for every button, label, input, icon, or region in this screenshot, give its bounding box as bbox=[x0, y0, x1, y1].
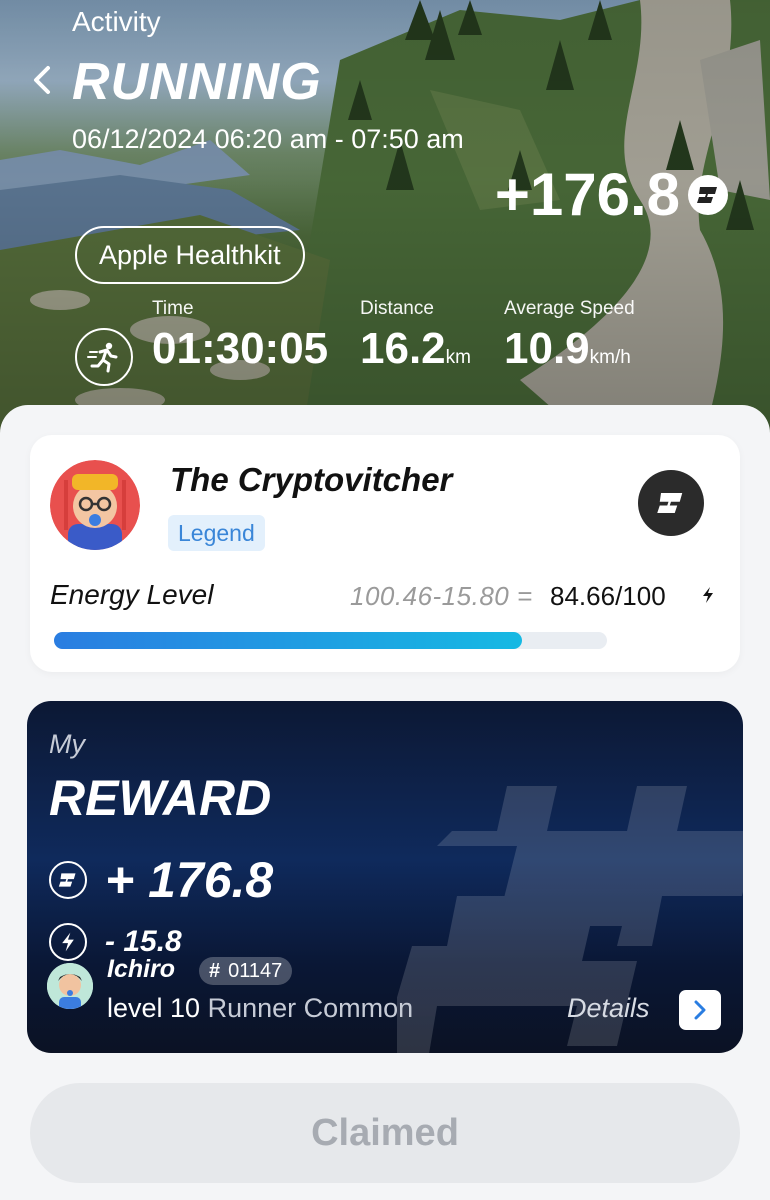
stat-speed-value: 10.9 bbox=[504, 324, 590, 373]
back-chevron-icon bbox=[34, 66, 50, 94]
earned-amount: +176.8 bbox=[494, 161, 680, 228]
stat-distance-unit: km bbox=[445, 347, 471, 368]
stat-speed: Average Speed 10.9km/h bbox=[504, 298, 635, 374]
profile-card: The Cryptovitcher Legend Energy Level 10… bbox=[30, 435, 740, 672]
token-coin-icon bbox=[49, 861, 87, 899]
details-link[interactable]: Details bbox=[567, 993, 650, 1024]
page-title: RUNNING bbox=[72, 53, 322, 111]
reward-earned-row: + 176.8 bbox=[49, 851, 273, 909]
lightning-bolt-icon bbox=[49, 923, 87, 961]
energy-label: Energy Level bbox=[50, 579, 214, 610]
stat-speed-unit: km/h bbox=[589, 347, 631, 368]
reward-card: My REWARD + 176.8 - 15.8 Ichiro # 01147 … bbox=[27, 701, 743, 1053]
token-coin-icon bbox=[688, 174, 728, 215]
energy-calculation: 100.46-15.80 = bbox=[350, 581, 533, 611]
stat-time-label: Time bbox=[152, 298, 194, 319]
avatar bbox=[50, 460, 140, 550]
data-source-chip[interactable]: Apple Healthkit bbox=[75, 226, 305, 284]
runner-id-hash: # bbox=[209, 959, 221, 982]
back-button[interactable] bbox=[28, 60, 60, 100]
runner-id: 01147 bbox=[228, 959, 283, 982]
reward-earned-amount: + 176.8 bbox=[105, 852, 274, 908]
reward-title: REWARD bbox=[49, 770, 272, 826]
runner-name: Ichiro bbox=[107, 955, 176, 983]
stat-time-value: 01:30:05 bbox=[152, 324, 329, 373]
hero-banner: Activity RUNNING 06/12/2024 06:20 am - 0… bbox=[0, 0, 770, 450]
page-subtitle: Activity bbox=[72, 6, 161, 37]
claimed-button[interactable]: Claimed bbox=[30, 1083, 740, 1183]
runner-class: Runner Common bbox=[207, 993, 414, 1023]
content-sheet: The Cryptovitcher Legend Energy Level 10… bbox=[0, 405, 770, 1200]
stat-distance-value: 16.2 bbox=[360, 324, 446, 373]
activity-stats: Time 01:30:05 Distance 16.2km Average Sp… bbox=[75, 298, 715, 388]
activity-date-range: 06/12/2024 06:20 am - 07:50 am bbox=[72, 124, 464, 154]
runner-level: level 10 bbox=[107, 993, 201, 1023]
reward-my-label: My bbox=[49, 729, 85, 759]
reward-energy-cost: - 15.8 bbox=[105, 925, 182, 958]
stat-distance: Distance 16.2km bbox=[360, 298, 471, 374]
runner-level-line: level 10 Runner Common bbox=[107, 993, 413, 1024]
lightning-bolt-icon bbox=[702, 587, 714, 608]
runner-avatar bbox=[47, 963, 93, 1009]
username: The Cryptovitcher bbox=[170, 461, 453, 498]
details-button[interactable] bbox=[679, 990, 721, 1030]
running-person-icon bbox=[75, 328, 133, 386]
stat-speed-label: Average Speed bbox=[504, 298, 635, 319]
energy-progress-fill bbox=[54, 632, 523, 649]
stat-time: Time 01:30:05 bbox=[152, 298, 328, 374]
energy-progress-bar bbox=[54, 632, 607, 649]
runner-id-badge: # 01147 bbox=[199, 957, 293, 985]
chevron-right-icon bbox=[694, 1000, 706, 1020]
energy-total: 84.66/100 bbox=[550, 581, 666, 611]
earned-total: +176.8 bbox=[495, 160, 728, 229]
energy-level-row: Energy Level 100.46-15.80 = 84.66/100 bbox=[50, 575, 720, 615]
tier-badge: Legend bbox=[168, 515, 265, 551]
stat-distance-label: Distance bbox=[360, 298, 434, 319]
token-coin-icon[interactable] bbox=[638, 470, 704, 536]
